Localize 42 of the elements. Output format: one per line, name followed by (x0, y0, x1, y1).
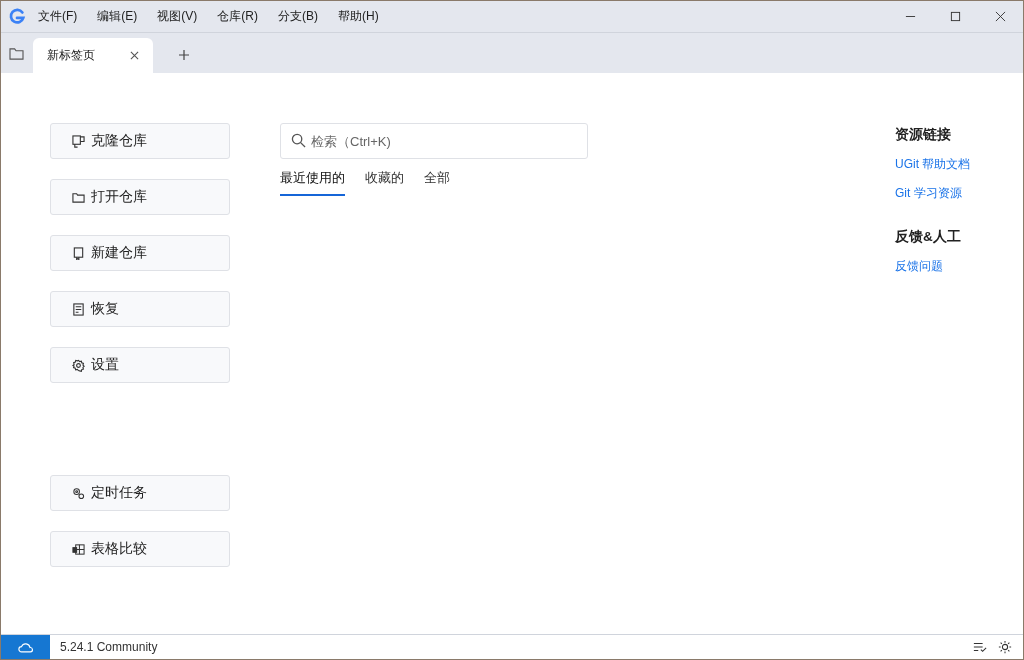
filter-tab[interactable]: 最近使用的 (280, 170, 345, 196)
link[interactable]: 反馈问题 (895, 258, 943, 275)
action-button[interactable]: 新建仓库 (50, 235, 230, 271)
cloud-button[interactable] (1, 635, 50, 659)
close-icon[interactable] (995, 11, 1006, 22)
menu-item[interactable]: 分支(B) (278, 8, 318, 25)
menu-item[interactable]: 文件(F) (38, 8, 78, 25)
action-button[interactable]: 定时任务 (50, 475, 230, 511)
table-icon (72, 542, 85, 556)
gears-icon (72, 486, 85, 500)
action-button[interactable]: 设置 (50, 347, 230, 383)
menu-item[interactable]: 帮助(H) (338, 8, 379, 25)
list-check-icon[interactable] (973, 640, 987, 654)
add-tab-icon[interactable] (179, 50, 189, 60)
settings-icon (72, 358, 85, 372)
folder-icon[interactable] (9, 47, 24, 60)
filter-tab[interactable]: 收藏的 (365, 170, 404, 196)
book-icon (72, 246, 85, 260)
monitor-icon (72, 134, 85, 148)
search-field[interactable]: 检索（Ctrl+K) (280, 123, 588, 159)
document-icon (72, 302, 85, 316)
cloud-icon (17, 641, 34, 653)
maximize-icon[interactable] (950, 11, 961, 22)
menu-item[interactable]: 编辑(E) (97, 8, 138, 25)
app-logo-icon (8, 7, 26, 26)
menu-item[interactable]: 视图(V) (157, 8, 198, 25)
link[interactable]: Git 学习资源 (895, 185, 962, 202)
sun-icon[interactable] (998, 640, 1012, 654)
tab[interactable]: 新标签页 (33, 38, 153, 73)
action-button[interactable]: 打开仓库 (50, 179, 230, 215)
close-icon[interactable] (130, 51, 139, 60)
action-button[interactable]: 表格比较 (50, 531, 230, 567)
link[interactable]: UGit 帮助文档 (895, 156, 971, 173)
folder-icon (72, 190, 85, 204)
action-button[interactable]: 恢复 (50, 291, 230, 327)
action-button[interactable]: 克隆仓库 (50, 123, 230, 159)
menu-item[interactable]: 仓库(R) (217, 8, 258, 25)
search-icon (291, 133, 306, 148)
section-heading: 反馈&人工 (895, 228, 961, 246)
version-label: 5.24.1 Community (60, 640, 158, 654)
filter-tab[interactable]: 全部 (424, 170, 450, 196)
section-heading: 资源链接 (895, 126, 951, 144)
